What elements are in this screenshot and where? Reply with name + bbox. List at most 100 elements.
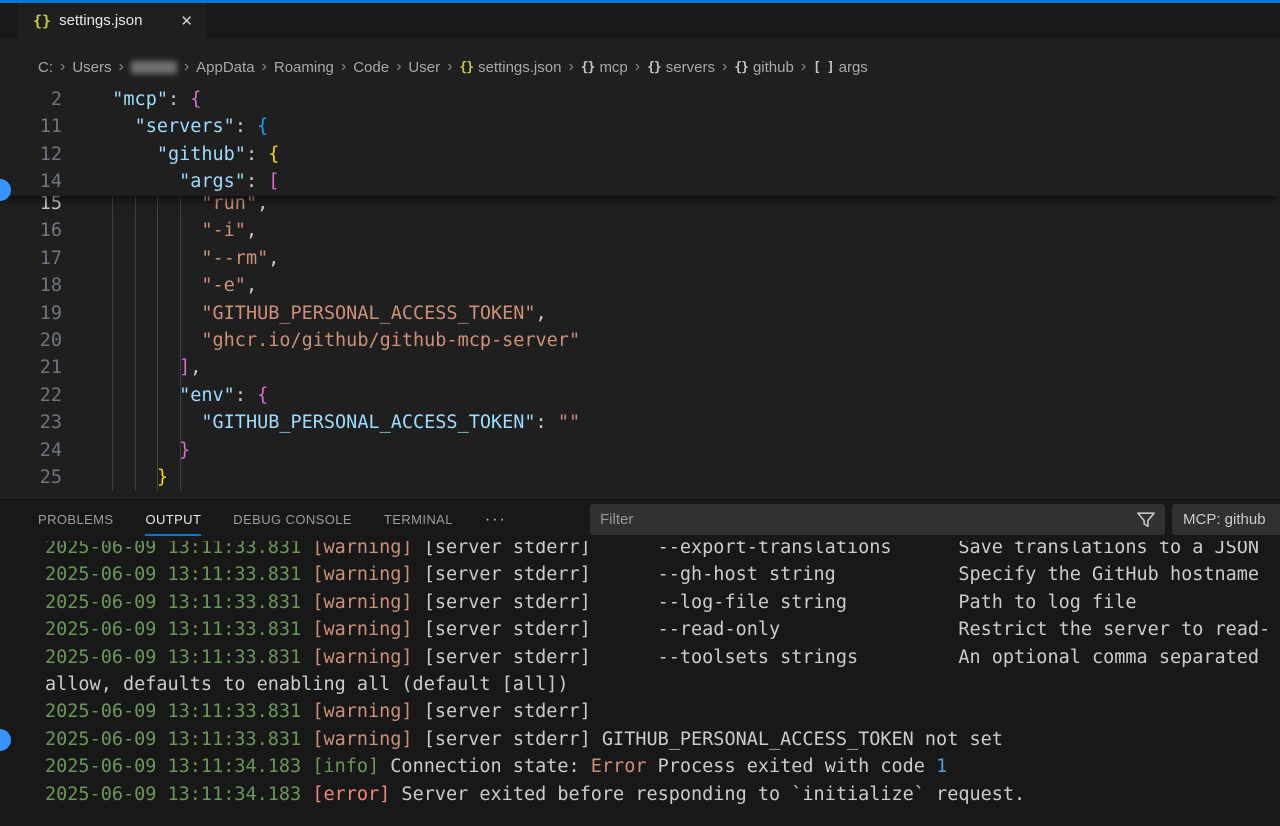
breadcrumb-separator-icon: › [447, 58, 452, 76]
breadcrumb-item-user[interactable]: › User [389, 58, 440, 76]
panel-tab-debug-console[interactable]: DEBUG CONSOLE [233, 498, 352, 541]
panel-header: PROBLEMSOUTPUTDEBUG CONSOLETERMINAL ··· … [0, 498, 1280, 541]
line-number: 25 [0, 464, 62, 491]
code-line-21[interactable]: 21 ], [0, 354, 1280, 381]
log-line: 2025-06-09 13:11:34.183 [error] Server e… [45, 781, 1280, 808]
code-line-24[interactable]: 24 } [0, 437, 1280, 464]
breadcrumb-item-code[interactable]: › Code [334, 58, 389, 76]
breadcrumb-label: mcp [599, 59, 627, 76]
code-line-23[interactable]: 23 "GITHUB_PERSONAL_ACCESS_TOKEN": "" [0, 409, 1280, 436]
panel-tab-terminal[interactable]: TERMINAL [384, 498, 453, 541]
log-line: 2025-06-09 13:11:33.831 [warning] [serve… [45, 698, 1280, 725]
breadcrumb-separator-icon: › [635, 58, 640, 76]
output-channel-value: MCP: github [1183, 511, 1266, 528]
sticky-scroll: 2 "mcp": {11 "servers": {12 "github": {1… [0, 86, 1280, 196]
panel-tabs: PROBLEMS OUTPUT DEBUG CONSOLE TERMINAL [38, 498, 485, 541]
breadcrumb-item-settings-json[interactable]: › {} settings.json [440, 58, 561, 76]
editor-tab-bar: {} settings.json ✕ [0, 0, 1280, 38]
breadcrumb-label: servers [666, 59, 715, 76]
breadcrumb-item-github[interactable]: ›{}github [715, 58, 794, 76]
breadcrumb-separator-icon: › [262, 58, 267, 76]
line-content: "env": { [62, 382, 268, 409]
breadcrumb-item-roaming[interactable]: ›Roaming [255, 58, 334, 76]
line-content: "GITHUB_PERSONAL_ACCESS_TOKEN": "" [62, 409, 580, 436]
vscode-window: {} settings.json ✕ C:›Users››AppData›Roa… [0, 0, 1280, 826]
line-number: 21 [0, 354, 62, 381]
breadcrumb-item-args[interactable]: ›[ ]args [794, 58, 868, 76]
output-log: 2025-06-09 13:11:33.831 [warning] [serve… [0, 534, 1280, 808]
more-actions-icon[interactable]: ··· [485, 511, 507, 529]
code-line-17[interactable]: 17 "--rm", [0, 245, 1280, 272]
breadcrumb-item-appdata[interactable]: › AppData [177, 58, 255, 76]
window-top-accent-border [0, 0, 1280, 3]
breadcrumb-item-mcp[interactable]: › {} mcp [561, 58, 627, 76]
object-braces-icon: {} [581, 60, 595, 75]
log-line: 2025-06-09 13:11:33.831 [warning] [serve… [45, 726, 1280, 753]
line-number: 16 [0, 217, 62, 244]
code-line-12[interactable]: 12 "github": { [0, 141, 1280, 168]
code-lines: 15 "run",16 "-i",17 "--rm",18 "-e",19 "G… [0, 190, 1280, 491]
line-number: 19 [0, 300, 62, 327]
array-symbol-icon: [ ] [813, 60, 833, 75]
line-content: "--rm", [62, 245, 279, 272]
breadcrumb-label: settings.json [478, 59, 561, 76]
breadcrumb-item-servers[interactable]: ›{}servers [628, 58, 715, 76]
code-line-11[interactable]: 11 "servers": { [0, 113, 1280, 140]
line-content: "ghcr.io/github/github-mcp-server" [62, 327, 580, 354]
panel-tab-output[interactable]: OUTPUT [145, 498, 201, 541]
breadcrumb-label: AppData [196, 59, 254, 76]
breadcrumb: C:›Users››AppData›Roaming›Code›User›{}se… [38, 52, 868, 82]
line-content: "github": { [62, 141, 279, 168]
breadcrumb-label: C: [38, 59, 53, 76]
breadcrumb-separator-icon: › [568, 58, 573, 76]
breadcrumb-separator-icon: › [341, 58, 346, 76]
object-braces-icon: {} [459, 60, 473, 75]
log-line: 2025-06-09 13:11:33.831 [warning] [serve… [45, 561, 1280, 588]
code-line-14[interactable]: 14 "args": [ [0, 168, 1280, 195]
code-line-18[interactable]: 18 "-e", [0, 272, 1280, 299]
bottom-panel: 2025-06-09 13:11:33.831 [warning] [serve… [0, 497, 1280, 826]
line-content: "mcp": { [62, 86, 201, 113]
breadcrumb-separator-icon: › [184, 58, 189, 76]
line-number: 2 [0, 86, 62, 113]
tab-settings-json[interactable]: {} settings.json ✕ [17, 3, 207, 38]
filter-icon[interactable] [1136, 510, 1156, 530]
line-content: "GITHUB_PERSONAL_ACCESS_TOKEN", [62, 300, 547, 327]
breadcrumb-separator-icon: › [119, 58, 124, 76]
line-content: } [62, 464, 168, 491]
line-number: 12 [0, 141, 62, 168]
breadcrumb-item-c-[interactable]: C: [38, 59, 53, 76]
breadcrumb-item-redacted[interactable]: › [112, 58, 177, 76]
output-channel-select[interactable]: MCP: github [1172, 504, 1280, 535]
breadcrumb-label: github [753, 59, 794, 76]
editor-pane: 15 "run",16 "-i",17 "--rm",18 "-e",19 "G… [0, 38, 1280, 497]
breadcrumb-separator-icon: › [801, 58, 806, 76]
line-number: 17 [0, 245, 62, 272]
breadcrumb-label: User [408, 59, 440, 76]
line-content: "-i", [62, 217, 257, 244]
breadcrumb-label: Code [353, 59, 389, 76]
line-number: 11 [0, 113, 62, 140]
code-line-22[interactable]: 22 "env": { [0, 382, 1280, 409]
code-line-25[interactable]: 25 } [0, 464, 1280, 491]
filter-box [590, 504, 1165, 535]
code-line-20[interactable]: 20 "ghcr.io/github/github-mcp-server" [0, 327, 1280, 354]
log-line: 2025-06-09 13:11:33.831 [warning] [serve… [45, 589, 1280, 616]
line-content: "-e", [62, 272, 257, 299]
breadcrumb-item-users[interactable]: ›Users [53, 58, 112, 76]
code-line-19[interactable]: 19 "GITHUB_PERSONAL_ACCESS_TOKEN", [0, 300, 1280, 327]
log-line: 2025-06-09 13:11:34.183 [info] Connectio… [45, 753, 1280, 780]
line-number: 23 [0, 409, 62, 436]
redacted-username [131, 61, 177, 74]
close-icon[interactable]: ✕ [176, 10, 197, 32]
breadcrumb-separator-icon: › [60, 58, 65, 76]
panel-tab-problems[interactable]: PROBLEMS [38, 498, 113, 541]
json-braces-icon: {} [33, 12, 51, 30]
breadcrumb-separator-icon: › [396, 58, 401, 76]
line-number: 20 [0, 327, 62, 354]
object-braces-icon: {} [734, 60, 748, 75]
line-content: ], [62, 354, 201, 381]
code-line-2[interactable]: 2 "mcp": { [0, 86, 1280, 113]
filter-input[interactable] [590, 511, 1136, 528]
code-line-16[interactable]: 16 "-i", [0, 217, 1280, 244]
